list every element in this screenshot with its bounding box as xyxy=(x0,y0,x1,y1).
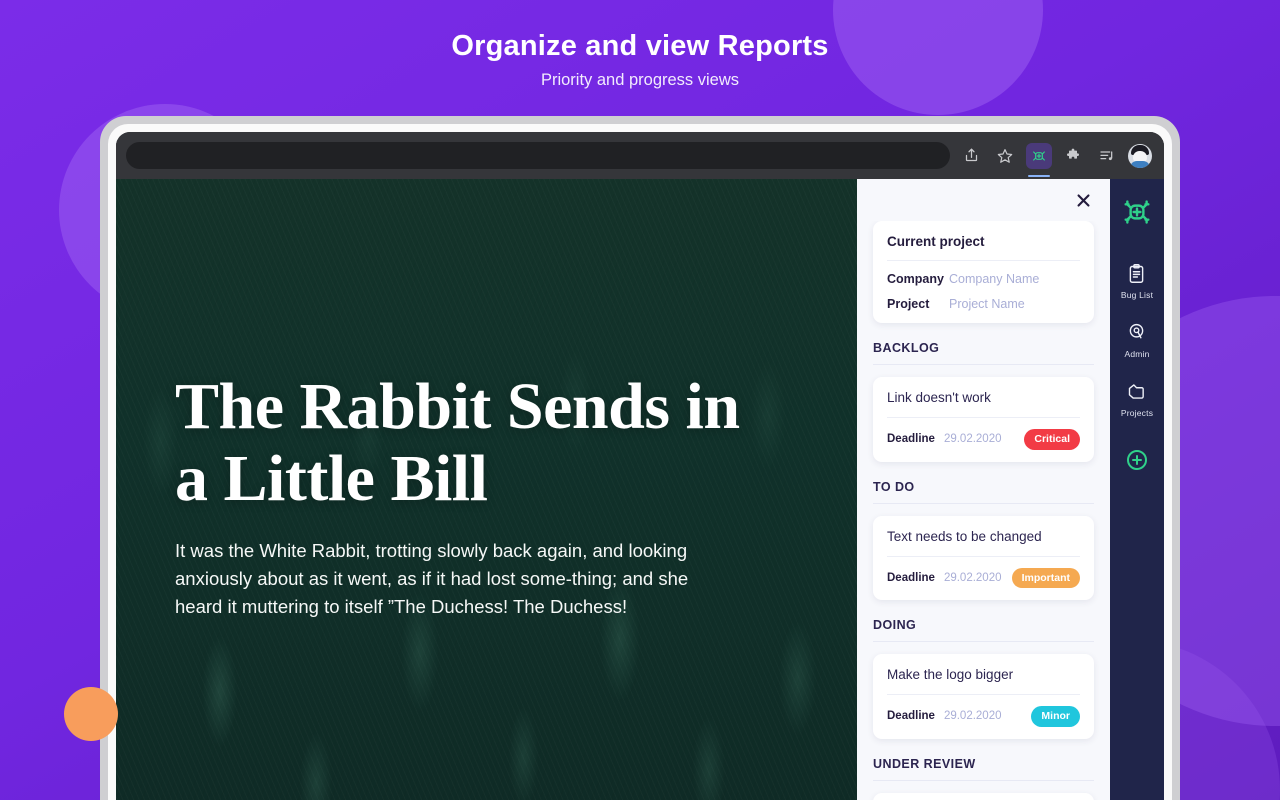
promo-title: Organize and view Reports xyxy=(451,30,829,62)
task-card[interactable]: Link doesn't work Deadline 29.02.2020 Cr… xyxy=(873,377,1094,462)
deadline-label: Deadline xyxy=(887,433,935,446)
bug-logo-icon[interactable] xyxy=(1120,195,1154,229)
decorative-orange-dot xyxy=(64,687,118,741)
folder-icon xyxy=(1126,381,1148,403)
reading-list-icon[interactable] xyxy=(1094,143,1120,169)
task-card[interactable]: Make the logo bigger Deadline 29.02.2020… xyxy=(873,654,1094,739)
sidebar-item-bug-list[interactable]: Bug List xyxy=(1110,263,1164,300)
current-project-title: Current project xyxy=(887,234,1080,261)
project-row-project: Project Project Name xyxy=(887,297,1080,311)
task-title: Link doesn't work xyxy=(887,390,1080,418)
task-meta: Deadline 29.02.2020 Minor xyxy=(887,706,1080,727)
status-badge[interactable]: Critical xyxy=(1024,429,1080,450)
deadline-label: Deadline xyxy=(887,710,935,723)
page-viewport: The Rabbit Sends in a Little Bill It was… xyxy=(116,179,1164,800)
bug-extension-icon[interactable] xyxy=(1026,142,1052,177)
deadline-date: 29.02.2020 xyxy=(943,571,1002,584)
project-value: Project Name xyxy=(949,297,1025,311)
column-title-backlog: BACKLOG xyxy=(873,341,1094,365)
task-title: Make the logo bigger xyxy=(887,667,1080,695)
task-card[interactable] xyxy=(873,792,1094,800)
column-title-doing: DOING xyxy=(873,618,1094,642)
task-card[interactable]: Text needs to be changed Deadline 29.02.… xyxy=(873,515,1094,600)
sidebar-item-label: Bug List xyxy=(1120,290,1154,300)
promo-header: Organize and view Reports Priority and p… xyxy=(0,26,1280,92)
deadline-date: 29.02.2020 xyxy=(943,710,1002,723)
article-area: The Rabbit Sends in a Little Bill It was… xyxy=(116,179,857,800)
current-project-card: Current project Company Company Name Pro… xyxy=(873,221,1094,323)
company-label: Company xyxy=(887,272,944,286)
column-title-todo: TO DO xyxy=(873,480,1094,504)
laptop-bezel: The Rabbit Sends in a Little Bill It was… xyxy=(108,124,1172,800)
project-label: Project xyxy=(887,297,930,311)
sidebar-item-label: Projects xyxy=(1120,408,1154,418)
plus-circle-icon[interactable] xyxy=(1125,448,1149,472)
promo-subtitle: Priority and progress views xyxy=(540,71,740,89)
status-badge[interactable]: Minor xyxy=(1031,706,1080,727)
badge-icon xyxy=(1126,322,1148,344)
share-icon[interactable] xyxy=(958,143,984,169)
task-title: Text needs to be changed xyxy=(887,529,1080,557)
star-icon[interactable] xyxy=(992,143,1018,169)
browser-window: The Rabbit Sends in a Little Bill It was… xyxy=(116,132,1164,800)
sidebar-item-label: Admin xyxy=(1124,349,1150,359)
profile-avatar[interactable] xyxy=(1128,143,1152,168)
sidebar-item-projects[interactable]: Projects xyxy=(1110,381,1164,418)
project-row-company: Company Company Name xyxy=(887,272,1080,286)
task-meta: Deadline 29.02.2020 Important xyxy=(887,567,1080,588)
deadline-label: Deadline xyxy=(887,571,935,584)
sidebar-item-admin[interactable]: Admin xyxy=(1110,322,1164,359)
deadline-date: 29.02.2020 xyxy=(943,433,1002,446)
panel-scroll-area[interactable]: Current project Company Company Name Pro… xyxy=(857,221,1110,800)
bug-tracker-panel: Current project Company Company Name Pro… xyxy=(857,179,1110,800)
clipboard-icon xyxy=(1126,263,1148,285)
article-title: The Rabbit Sends in a Little Bill xyxy=(175,370,740,515)
app-sidebar: Bug List Admin Projects xyxy=(1110,179,1164,800)
puzzle-extension-icon[interactable] xyxy=(1060,143,1086,169)
task-meta: Deadline 29.02.2020 Critical xyxy=(887,429,1080,450)
column-title-under-review: UNDER REVIEW xyxy=(873,757,1094,781)
company-value: Company Name xyxy=(949,272,1040,286)
address-bar-input[interactable] xyxy=(126,142,950,169)
panel-topbar xyxy=(857,179,1110,221)
article-content: The Rabbit Sends in a Little Bill It was… xyxy=(116,179,776,621)
close-icon[interactable] xyxy=(1072,189,1094,211)
browser-toolbar xyxy=(116,132,1164,179)
status-badge[interactable]: Important xyxy=(1011,567,1080,588)
laptop-mockup: The Rabbit Sends in a Little Bill It was… xyxy=(100,116,1180,800)
article-body: It was the White Rabbit, trotting slowly… xyxy=(175,540,689,617)
